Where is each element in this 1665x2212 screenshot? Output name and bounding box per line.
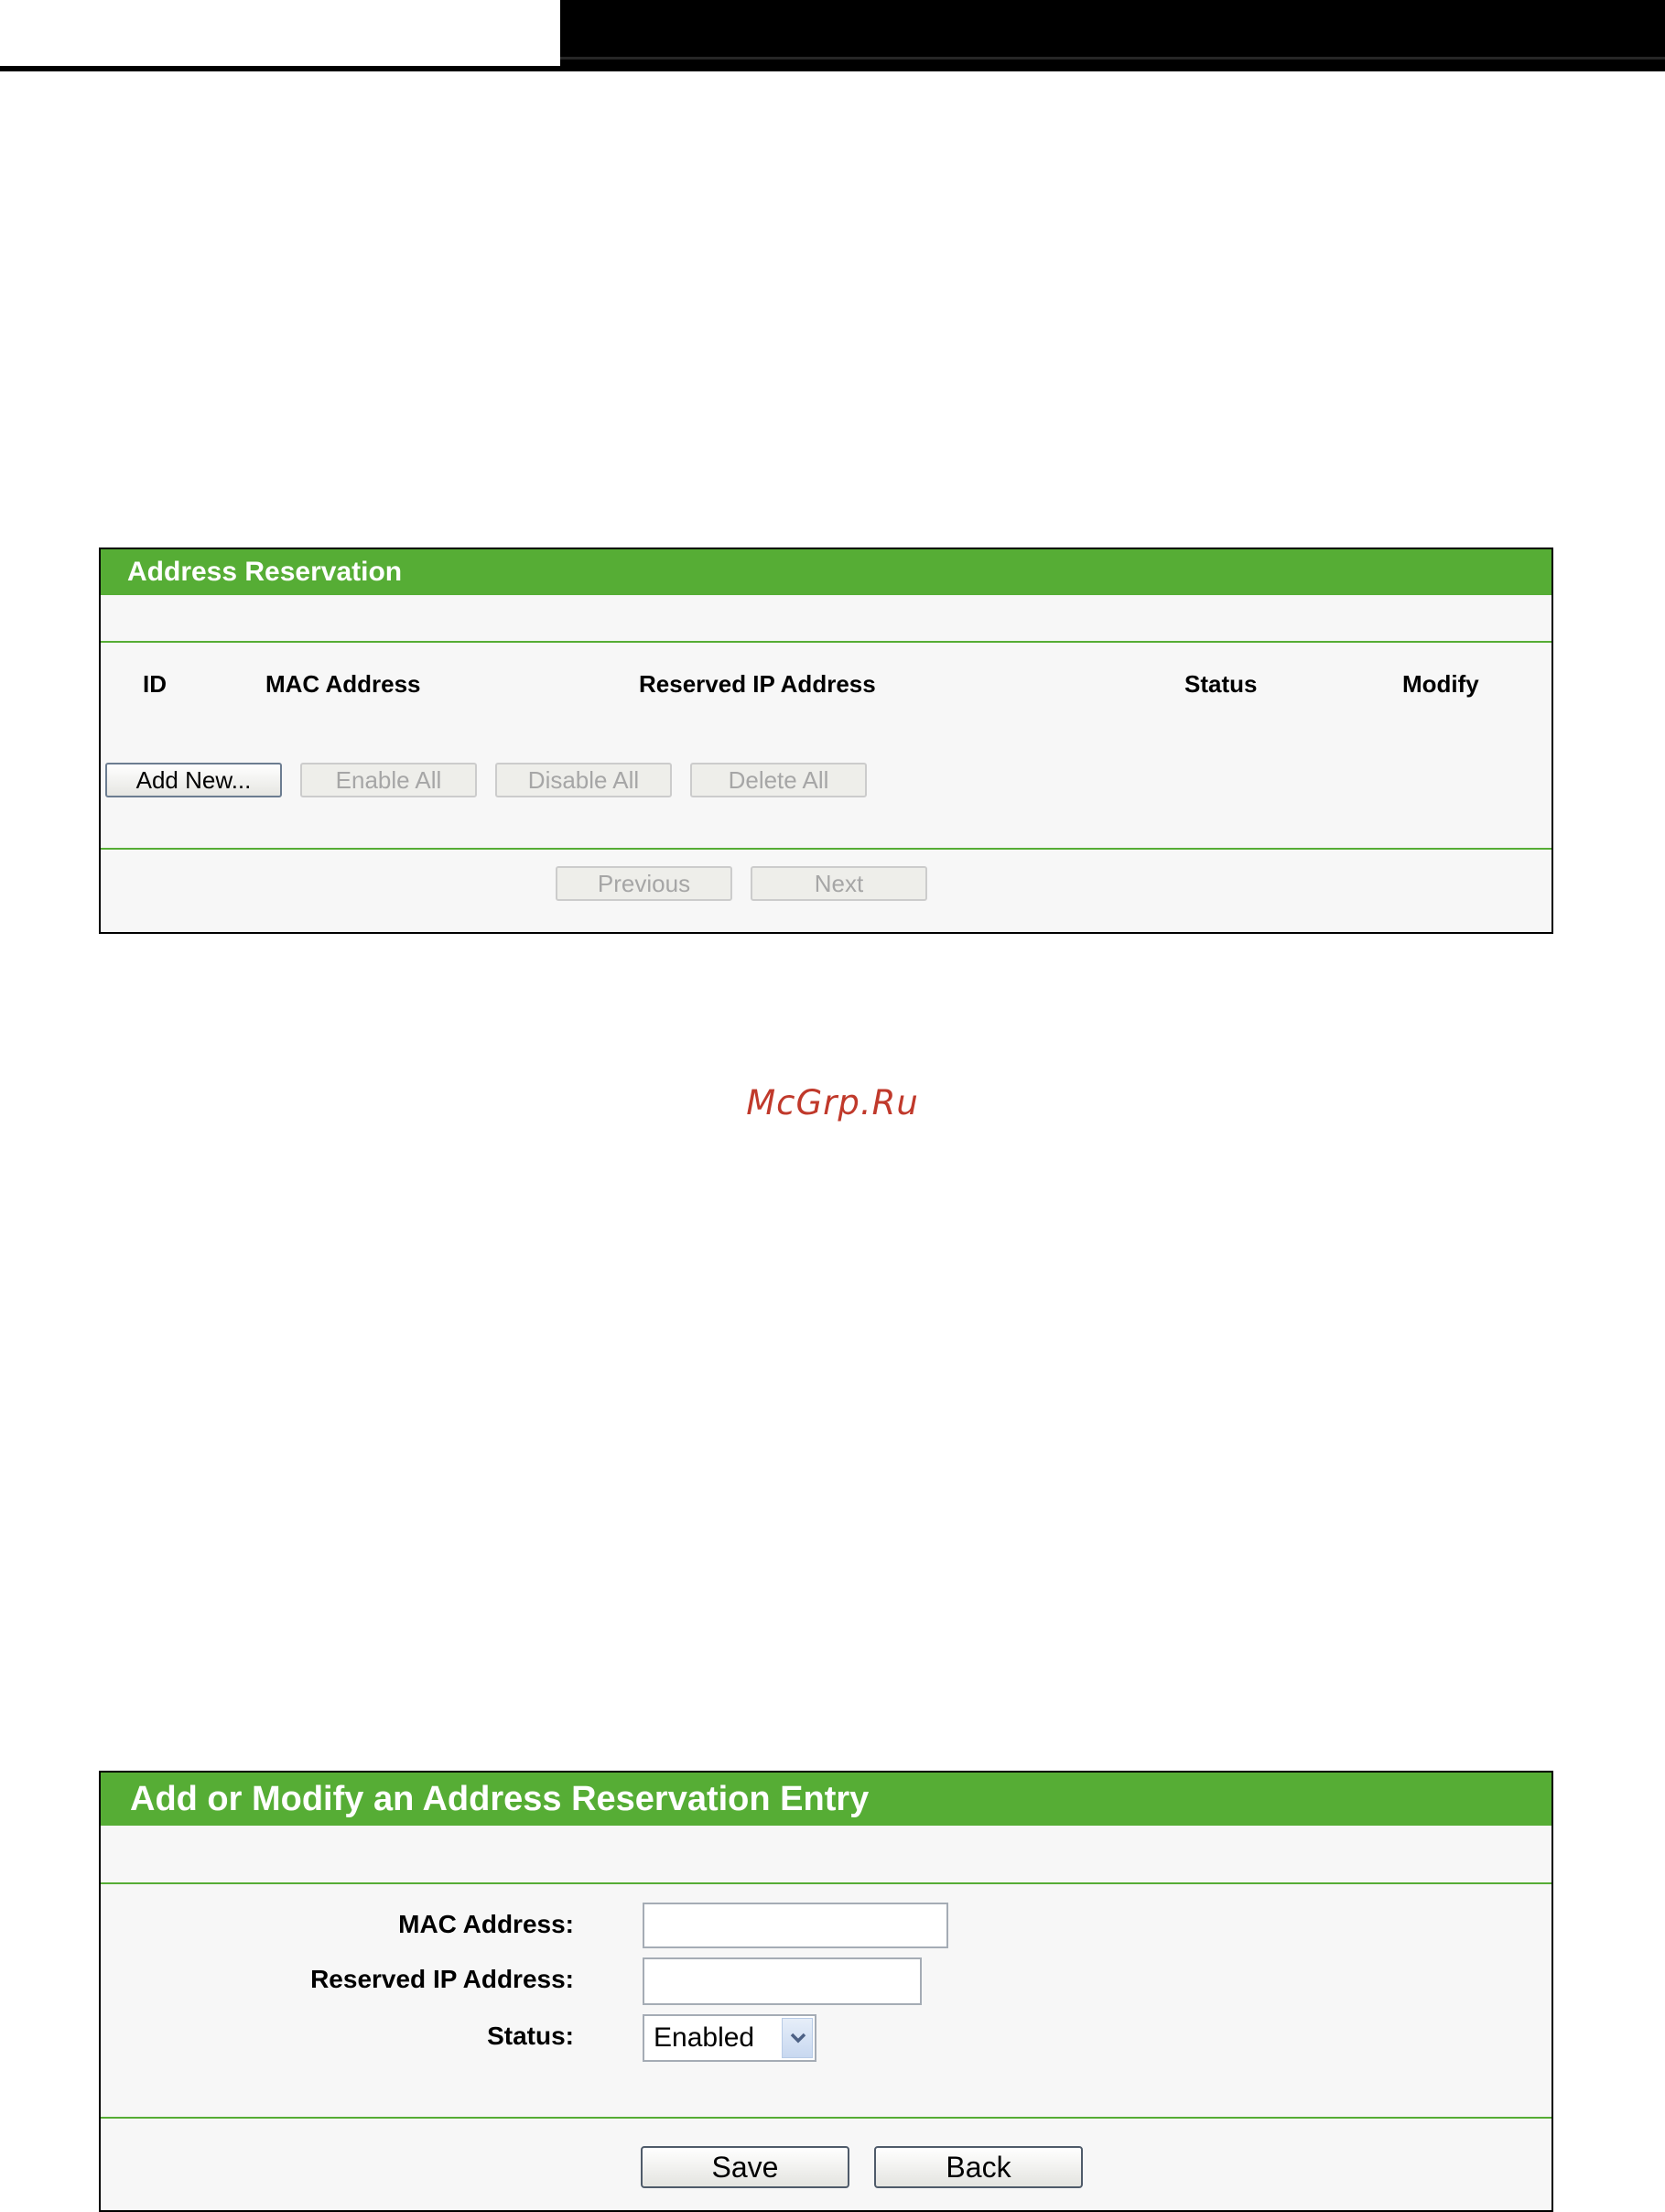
watermark: McGrp.Ru xyxy=(746,1083,919,1122)
mac-address-label: MAC Address: xyxy=(398,1910,574,1938)
panel-spacer xyxy=(101,595,1551,641)
divider xyxy=(101,2117,1551,2119)
enable-all-button[interactable]: Enable All xyxy=(300,763,477,797)
header-rule xyxy=(0,66,560,71)
panel-spacer xyxy=(101,1826,1551,1882)
next-button[interactable]: Next xyxy=(751,866,927,901)
save-button[interactable]: Save xyxy=(641,2146,849,2188)
column-header-id: ID xyxy=(143,670,167,698)
previous-button[interactable]: Previous xyxy=(556,866,732,901)
column-header-status: Status xyxy=(1184,670,1258,698)
panel-title: Address Reservation xyxy=(101,549,1551,595)
back-button[interactable]: Back xyxy=(874,2146,1083,2188)
divider xyxy=(101,848,1551,850)
chevron-down-icon[interactable] xyxy=(782,2018,813,2058)
status-label: Status: xyxy=(487,2022,574,2050)
divider xyxy=(101,641,1551,643)
delete-all-button[interactable]: Delete All xyxy=(690,763,867,797)
panel-title: Add or Modify an Address Reservation Ent… xyxy=(101,1773,1551,1826)
add-new-button[interactable]: Add New... xyxy=(105,763,282,797)
status-select-value: Enabled xyxy=(654,2022,755,2053)
header-bar xyxy=(560,0,1665,71)
status-select[interactable]: Enabled xyxy=(643,2014,816,2062)
add-modify-entry-panel: Add or Modify an Address Reservation Ent… xyxy=(99,1771,1553,2212)
reserved-ip-input[interactable] xyxy=(643,1957,922,2005)
header-bar-line xyxy=(560,57,1665,60)
column-header-modify: Modify xyxy=(1402,670,1479,698)
column-header-mac-address: MAC Address xyxy=(265,670,421,698)
address-reservation-panel: Address Reservation ID MAC Address Reser… xyxy=(99,548,1553,934)
column-header-reserved-ip: Reserved IP Address xyxy=(639,670,876,698)
mac-address-input[interactable] xyxy=(643,1903,948,1948)
disable-all-button[interactable]: Disable All xyxy=(495,763,672,797)
divider xyxy=(101,1882,1551,1884)
reserved-ip-label: Reserved IP Address: xyxy=(310,1965,574,1993)
